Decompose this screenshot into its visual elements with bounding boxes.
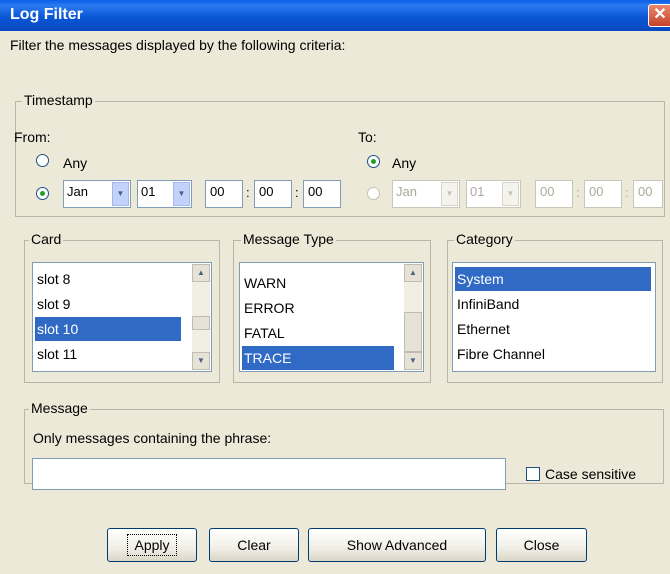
clear-button[interactable]: Clear	[209, 528, 299, 562]
message-prompt: Only messages containing the phrase:	[33, 430, 272, 446]
time-separator: :	[246, 185, 250, 200]
to-month-select[interactable]: Jan ▼	[392, 180, 460, 208]
from-second-field[interactable]: 00	[303, 180, 341, 208]
from-hour-field[interactable]: 00	[205, 180, 243, 208]
to-day-select[interactable]: 01 ▼	[466, 180, 521, 208]
scroll-thumb[interactable]	[192, 316, 210, 330]
from-minute-field[interactable]: 00	[254, 180, 292, 208]
category-legend: Category	[454, 231, 515, 247]
from-day-select[interactable]: 01 ▼	[137, 180, 192, 208]
list-item[interactable]: Fibre Channel	[455, 342, 651, 366]
close-window-icon[interactable]: ✕	[648, 4, 670, 27]
chevron-down-icon: ▼	[173, 182, 190, 206]
to-hour-value: 00	[540, 184, 555, 199]
chevron-down-icon: ▼	[502, 182, 519, 206]
to-minute-field[interactable]: 00	[584, 180, 622, 208]
to-any-label: Any	[392, 155, 417, 171]
to-hour-field[interactable]: 00	[535, 180, 573, 208]
to-second-value: 00	[638, 184, 653, 199]
from-minute-value: 00	[259, 184, 274, 199]
message-type-legend: Message Type	[241, 231, 336, 247]
list-item[interactable]: FATAL	[242, 321, 394, 345]
show-advanced-button[interactable]: Show Advanced	[308, 528, 486, 562]
list-item[interactable]: ERROR	[242, 296, 394, 320]
list-item[interactable]: WARN	[242, 271, 394, 295]
phrase-input[interactable]	[32, 458, 506, 490]
close-button[interactable]: Close	[496, 528, 587, 562]
message-legend: Message	[29, 400, 90, 416]
to-second-field[interactable]: 00	[633, 180, 663, 208]
time-separator: :	[625, 185, 629, 200]
time-separator: :	[576, 185, 580, 200]
title-bar: Log Filter ✕	[0, 0, 670, 31]
to-any-radio[interactable]	[367, 155, 380, 168]
window-title: Log Filter	[10, 6, 83, 23]
scroll-up-icon[interactable]: ▲	[404, 264, 422, 282]
from-second-value: 00	[308, 184, 323, 199]
list-item[interactable]: InfiniBand	[455, 292, 651, 316]
from-any-radio[interactable]	[36, 154, 49, 167]
scroll-down-icon[interactable]: ▼	[404, 352, 422, 370]
time-separator: :	[295, 185, 299, 200]
card-list[interactable]: slot 8 slot 9 slot 10 slot 11 ▲ ▼	[32, 262, 212, 372]
from-any-label: Any	[63, 155, 88, 171]
message-type-scrollbar[interactable]: ▲ ▼	[404, 264, 422, 370]
to-day-value: 01	[470, 184, 485, 199]
scroll-thumb[interactable]	[404, 312, 422, 352]
list-item[interactable]: TRACE	[242, 346, 394, 370]
list-item[interactable]: slot 8	[35, 267, 181, 291]
to-minute-value: 00	[589, 184, 604, 199]
to-label: To:	[358, 129, 377, 145]
from-date-radio[interactable]	[36, 187, 49, 200]
from-day-value: 01	[141, 184, 156, 199]
from-hour-value: 00	[210, 184, 225, 199]
message-type-list[interactable]: WARN ERROR FATAL TRACE ▲ ▼	[239, 262, 424, 372]
from-label: From:	[14, 129, 51, 145]
from-month-select[interactable]: Jan ▼	[63, 180, 131, 208]
list-item[interactable]: Ethernet	[455, 317, 651, 341]
apply-button-label: Apply	[127, 534, 177, 556]
list-item[interactable]: slot 9	[35, 292, 181, 316]
category-list[interactable]: System InfiniBand Ethernet Fibre Channel	[452, 262, 656, 372]
intro-text: Filter the messages displayed by the fol…	[10, 37, 346, 53]
case-sensitive-checkbox[interactable]	[526, 467, 540, 481]
card-scrollbar[interactable]: ▲ ▼	[192, 264, 210, 370]
scroll-down-icon[interactable]: ▼	[192, 352, 210, 370]
from-month-value: Jan	[67, 184, 88, 199]
list-item[interactable]: slot 10	[35, 317, 181, 341]
to-date-radio[interactable]	[367, 187, 380, 200]
chevron-down-icon: ▼	[441, 182, 458, 206]
to-month-value: Jan	[396, 184, 417, 199]
chevron-down-icon: ▼	[112, 182, 129, 206]
apply-button[interactable]: Apply	[107, 528, 197, 562]
card-legend: Card	[29, 231, 64, 247]
scroll-up-icon[interactable]: ▲	[192, 264, 210, 282]
list-item[interactable]: System	[455, 267, 651, 291]
list-item[interactable]: slot 11	[35, 342, 181, 366]
timestamp-legend: Timestamp	[22, 92, 95, 108]
case-sensitive-label: Case sensitive	[545, 466, 637, 482]
